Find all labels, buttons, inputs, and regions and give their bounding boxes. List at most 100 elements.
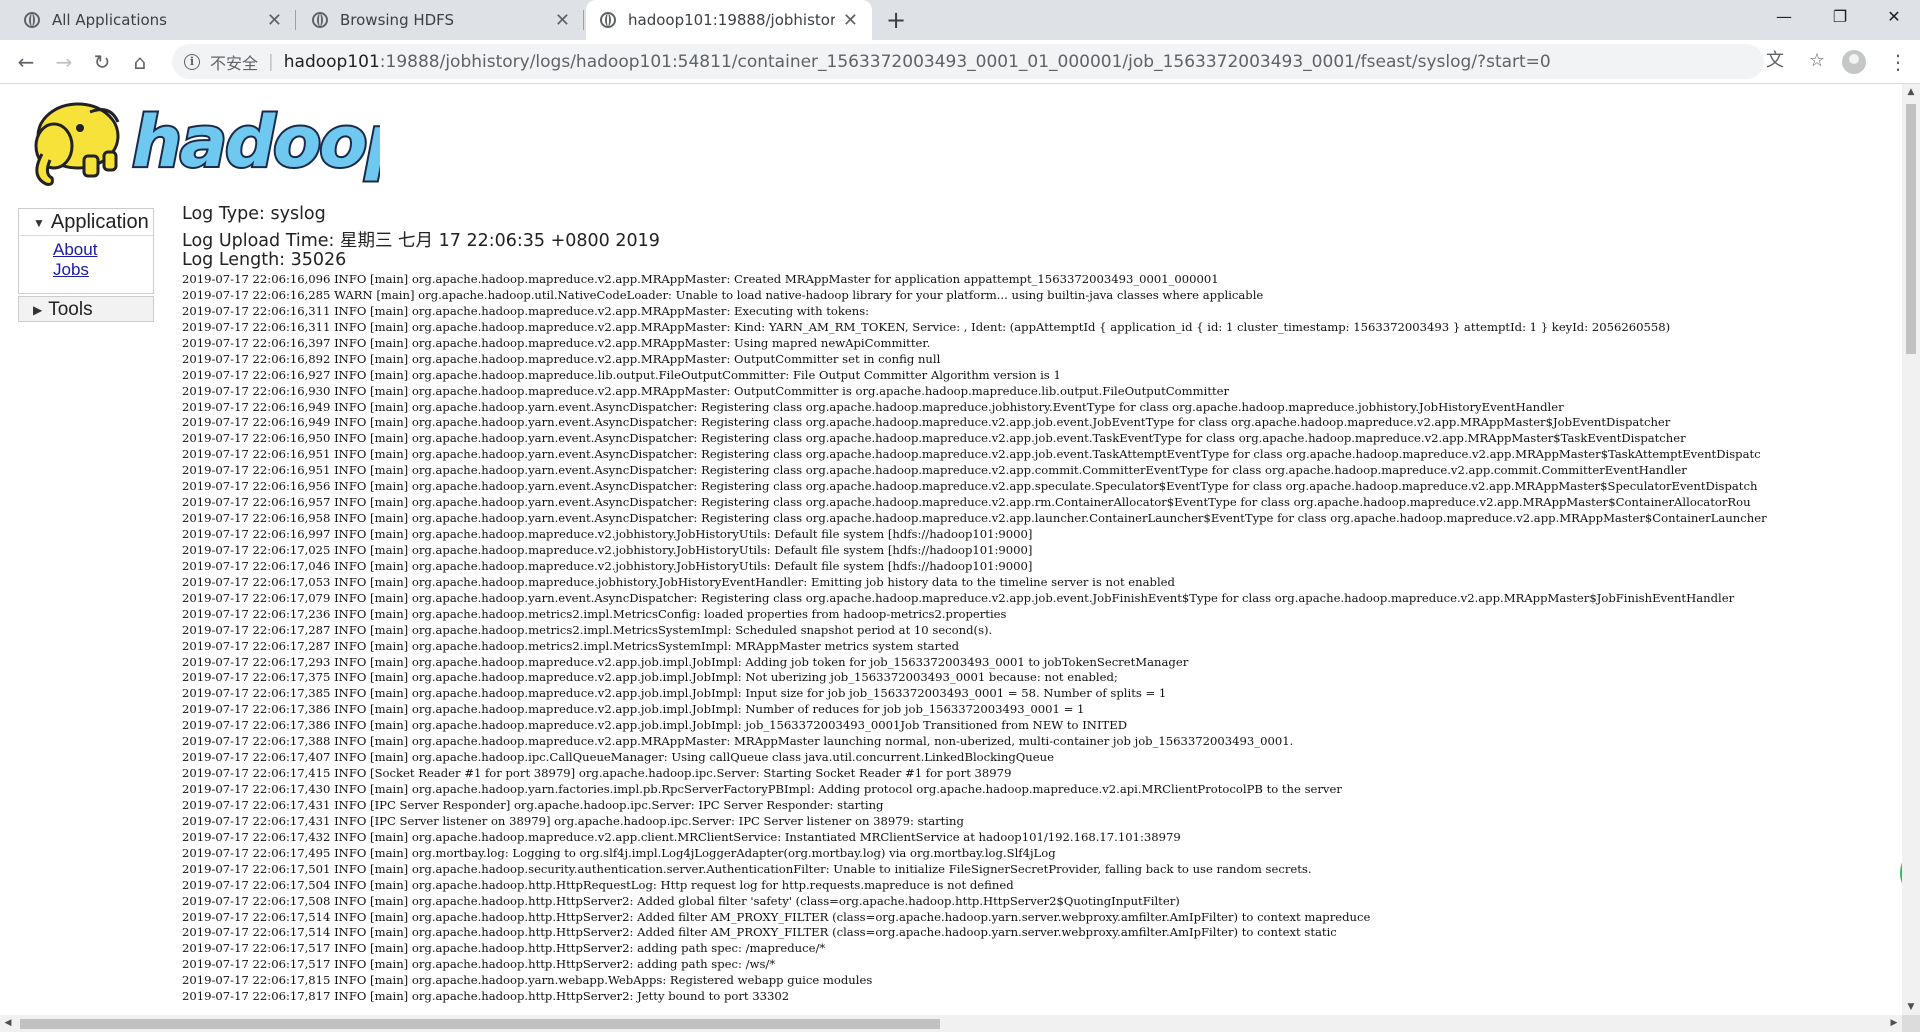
close-icon[interactable]: ✕ [555,10,570,31]
tab-title: Browsing HDFS [340,11,455,29]
profile-icon[interactable] [1842,50,1866,74]
log-line: 2019-07-17 22:06:17,514 INFO [main] org.… [182,925,1337,940]
log-line: 2019-07-17 22:06:17,504 INFO [main] org.… [182,877,1014,892]
forward-arrow-icon[interactable]: → [50,48,78,76]
log-content: 2019-07-17 22:06:16,096 INFO [main] org.… [182,272,1902,1005]
log-line: 2019-07-17 22:06:16,951 INFO [main] org.… [182,447,1761,462]
log-line: 2019-07-17 22:06:17,385 INFO [main] org.… [182,686,1167,701]
log-line: 2019-07-17 22:06:16,096 INFO [main] org.… [182,272,1219,286]
log-line: 2019-07-17 22:06:17,501 INFO [main] org.… [182,861,1312,876]
log-line: 2019-07-17 22:06:16,949 INFO [main] org.… [182,399,1564,414]
url-host[interactable]: hadoop101 [284,52,380,72]
log-line: 2019-07-17 22:06:17,517 INFO [main] org.… [182,941,826,956]
tools-nav-header[interactable]: ▶ Tools [19,297,153,323]
vertical-scroll-thumb[interactable] [1906,104,1916,354]
tools-nav[interactable]: ▶ Tools [18,296,154,322]
url-path[interactable]: :19888/jobhistory/logs/hadoop101:54811/c… [380,52,1551,72]
home-icon[interactable]: ⌂ [126,48,154,76]
log-line: 2019-07-17 22:06:17,386 INFO [main] org.… [182,718,1128,733]
horizontal-scroll-thumb[interactable] [20,1019,940,1029]
menu-dots-icon[interactable]: ⋮ [1888,48,1908,76]
log-line: 2019-07-17 22:06:16,957 INFO [main] org.… [182,495,1751,510]
log-line: 2019-07-17 22:06:16,997 INFO [main] org.… [182,527,1033,541]
tab-jobhistory[interactable]: hadoop101:19888/jobhistory/l ✕ [586,0,872,40]
log-line: 2019-07-17 22:06:17,517 INFO [main] org.… [182,957,776,972]
log-line: 2019-07-17 22:06:16,950 INFO [main] org.… [182,431,1686,446]
scrollbar-corner [1902,1015,1920,1032]
horizontal-scrollbar[interactable]: ◀ ▶ [0,1015,1902,1032]
close-icon[interactable]: ✕ [843,10,858,31]
reload-icon[interactable]: ↻ [88,48,116,76]
log-upload-time: Log Upload Time: 星期三 七月 17 22:06:35 +080… [182,231,660,251]
log-line: 2019-07-17 22:06:17,046 INFO [main] org.… [182,558,1033,573]
star-icon[interactable]: ☆ [1804,48,1830,74]
log-line: 2019-07-17 22:06:17,388 INFO [main] org.… [182,734,1294,749]
log-line: 2019-07-17 22:06:16,930 INFO [main] org.… [182,383,1230,398]
log-line: 2019-07-17 22:06:16,397 INFO [main] org.… [182,335,931,350]
new-tab-button[interactable]: + [882,6,910,34]
application-nav: ▼ Application About Jobs [18,208,154,294]
log-line: 2019-07-17 22:06:17,287 INFO [main] org.… [182,638,960,653]
globe-icon [312,12,328,28]
nav-link-about[interactable]: About [53,240,153,260]
logo-text: hadoop [132,101,380,183]
log-line: 2019-07-17 22:06:17,025 INFO [main] org.… [182,542,1033,557]
log-line: 2019-07-17 22:06:16,311 INFO [main] org.… [182,303,870,318]
log-line: 2019-07-17 22:06:17,287 INFO [main] org.… [182,622,993,637]
log-type: Log Type: syslog [182,204,326,224]
log-line: 2019-07-17 22:06:17,431 INFO [IPC Server… [182,813,964,828]
scroll-left-icon[interactable]: ◀ [0,1015,16,1032]
log-line: 2019-07-17 22:06:16,927 INFO [main] org.… [182,367,1061,382]
log-line: 2019-07-17 22:06:17,079 INFO [main] org.… [182,590,1735,605]
log-line: 2019-07-17 22:06:17,415 INFO [Socket Rea… [182,766,1012,781]
close-window-button[interactable]: ✕ [1866,0,1920,34]
minimize-button[interactable]: — [1756,0,1812,34]
tab-strip: All Applications ✕ Browsing HDFS ✕ hadoo… [0,0,1920,40]
security-label[interactable]: 不安全 [210,50,258,74]
log-line: 2019-07-17 22:06:17,432 INFO [main] org.… [182,829,1181,844]
tab-title: hadoop101:19888/jobhistory/l [628,11,835,29]
translate-icon[interactable]: 文 [1762,48,1788,74]
application-nav-header[interactable]: ▼ Application [19,209,153,236]
url-separator: | [268,51,274,72]
maximize-button[interactable]: ❐ [1812,0,1868,34]
tab-title: All Applications [52,11,167,29]
log-line: 2019-07-17 22:06:17,407 INFO [main] org.… [182,750,1054,765]
log-line: 2019-07-17 22:06:17,236 INFO [main] org.… [182,606,1007,621]
log-line: 2019-07-17 22:06:16,892 INFO [main] org.… [182,351,941,366]
log-line: 2019-07-17 22:06:17,431 INFO [IPC Server… [182,797,884,812]
back-arrow-icon[interactable]: ← [12,48,40,76]
scroll-right-icon[interactable]: ▶ [1886,1015,1902,1032]
scroll-down-icon[interactable]: ▼ [1902,999,1920,1015]
log-line: 2019-07-17 22:06:16,949 INFO [main] org.… [182,415,1671,430]
log-line: 2019-07-17 22:06:17,430 INFO [main] org.… [182,782,1342,796]
hadoop-logo: hadoop [34,99,380,186]
browser-toolbar: ← → ↻ ⌂ i 不安全 | hadoop101:19888/jobhisto… [0,40,1920,84]
log-line: 2019-07-17 22:06:17,815 INFO [main] org.… [182,973,873,988]
tools-label: Tools [48,299,93,321]
log-line: 2019-07-17 22:06:17,053 INFO [main] org.… [182,574,1175,589]
scroll-up-icon[interactable]: ▲ [1902,84,1920,100]
caret-down-icon: ▼ [33,215,45,230]
tab-browsing-hdfs[interactable]: Browsing HDFS ✕ [298,0,584,40]
log-line: 2019-07-17 22:06:16,311 INFO [main] org.… [182,319,1671,334]
log-line: 2019-07-17 22:06:17,495 INFO [main] org.… [182,845,1056,860]
vertical-scrollbar[interactable]: ▲ ▼ [1902,84,1920,1015]
caret-right-icon: ▶ [33,303,43,317]
log-line: 2019-07-17 22:06:17,817 INFO [main] org.… [182,989,790,1004]
address-bar[interactable]: i 不安全 | hadoop101:19888/jobhistory/logs/… [172,44,1825,79]
elephant-icon [34,102,120,186]
application-label: Application [50,211,149,233]
close-icon[interactable]: ✕ [267,10,282,31]
log-line: 2019-07-17 22:06:16,951 INFO [main] org.… [182,463,1687,478]
info-icon[interactable]: i [184,53,200,70]
log-line: 2019-07-17 22:06:16,285 WARN [main] org.… [182,287,1264,302]
log-line: 2019-07-17 22:06:16,958 INFO [main] org.… [182,511,1767,526]
log-length: Log Length: 35026 [182,250,347,270]
log-line: 2019-07-17 22:06:16,956 INFO [main] org.… [182,479,1758,494]
log-line: 2019-07-17 22:06:17,514 INFO [main] org.… [182,909,1371,924]
tab-all-applications[interactable]: All Applications ✕ [10,0,296,40]
log-line: 2019-07-17 22:06:17,375 INFO [main] org.… [182,670,1118,685]
nav-link-jobs[interactable]: Jobs [53,260,153,280]
globe-icon [24,12,40,28]
